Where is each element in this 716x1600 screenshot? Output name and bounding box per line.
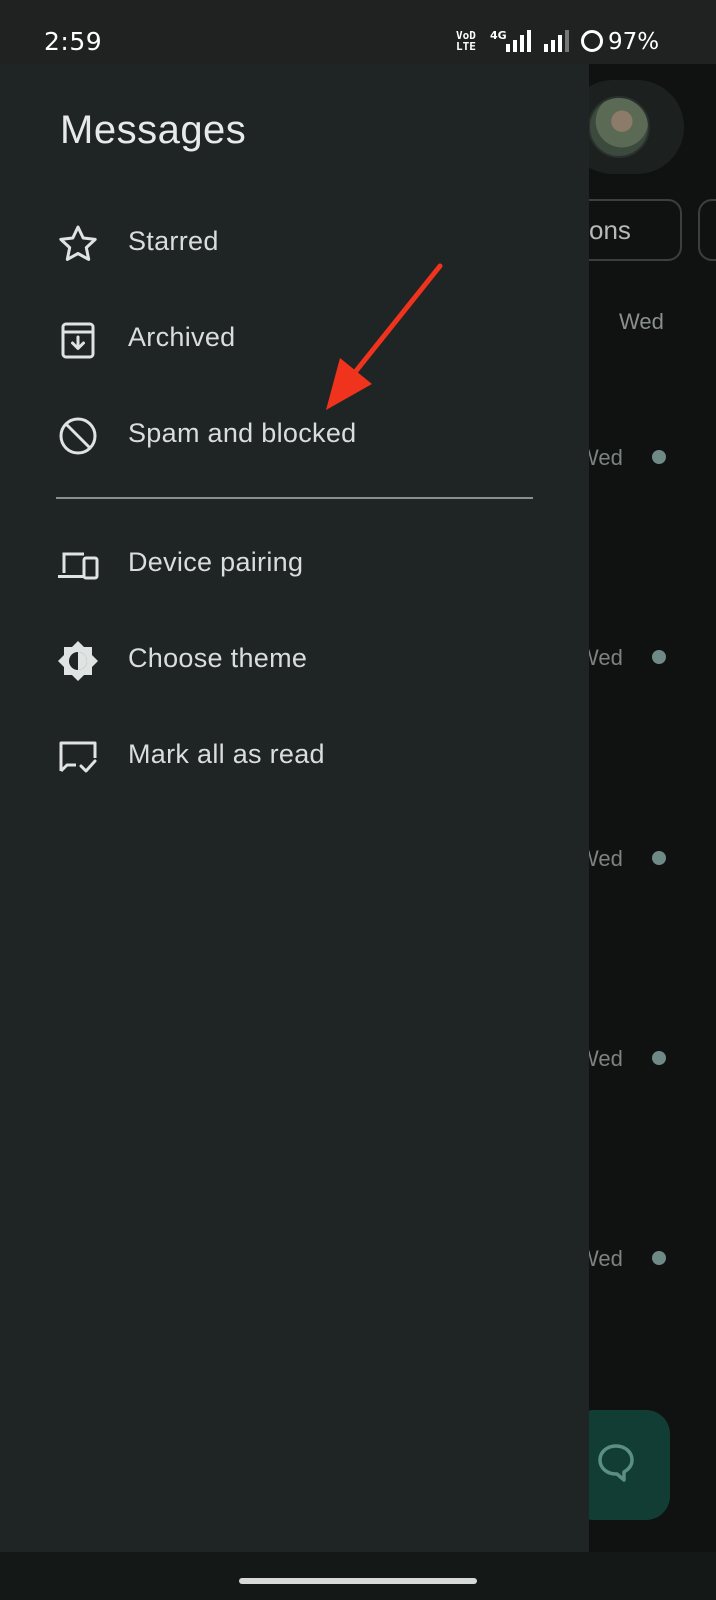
system-navigation-bar bbox=[0, 1552, 716, 1600]
annotation-arrow bbox=[326, 263, 443, 410]
home-gesture-handle[interactable] bbox=[239, 1578, 477, 1584]
